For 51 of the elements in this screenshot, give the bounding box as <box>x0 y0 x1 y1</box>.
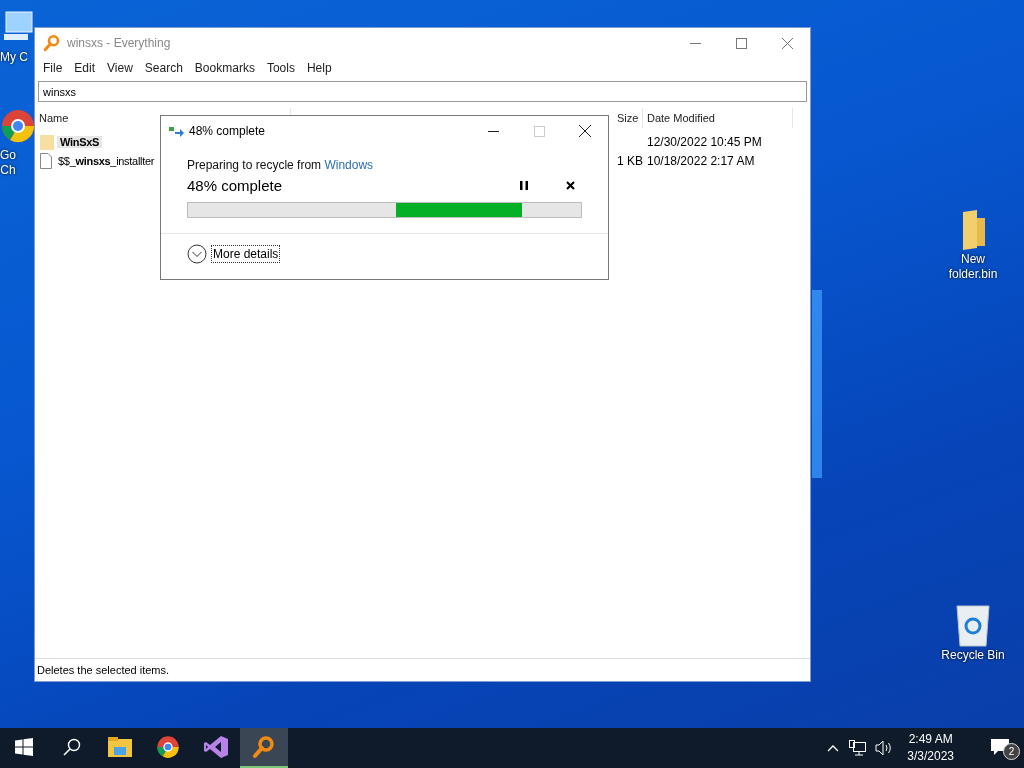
recycle-bin-icon <box>953 602 993 648</box>
date-modified: 12/30/2022 10:45 PM <box>646 134 763 149</box>
close-icon <box>579 125 591 137</box>
desktop-icon-label[interactable]: My C <box>0 50 28 65</box>
menu-item[interactable]: Search <box>138 61 189 75</box>
notification-button[interactable]: 2 <box>976 728 1024 768</box>
source-link[interactable]: Windows <box>324 158 374 172</box>
folder-icon <box>40 132 54 151</box>
chevron-up-icon[interactable] <box>827 744 840 752</box>
menu-item[interactable]: File <box>37 61 69 75</box>
column-header[interactable]: Size <box>613 108 643 128</box>
file-name[interactable]: $$_winsxs_installter <box>55 154 158 167</box>
maximize-icon <box>735 37 747 49</box>
clock-time[interactable]: 2:49 AM <box>908 731 953 748</box>
status-message: Preparing to recycle from Windows <box>187 158 375 172</box>
progress-text: 48% complete <box>187 176 284 194</box>
magnifier-icon <box>43 34 61 52</box>
more-details-button[interactable]: More details <box>211 245 281 263</box>
menu-item[interactable]: Help <box>300 61 338 75</box>
search-icon <box>63 738 81 756</box>
file-name[interactable]: WinSxS <box>57 135 103 148</box>
folder-icon <box>108 737 132 757</box>
taskbar-app[interactable] <box>240 728 288 768</box>
search-field[interactable]: winsxs <box>38 81 807 102</box>
desktop-icon-label[interactable]: New folder.bin <box>948 252 998 282</box>
status-text: Deletes the selected items. <box>37 664 170 676</box>
network-icon[interactable] <box>849 740 868 756</box>
close-icon <box>565 180 575 190</box>
menu-item[interactable]: Tools <box>260 61 301 75</box>
maximize-icon <box>533 125 545 137</box>
menu-item[interactable]: Edit <box>68 61 102 75</box>
magnifier-icon <box>252 735 276 759</box>
expand-chevron-icon[interactable] <box>187 244 207 264</box>
notification-count: 2 <box>1003 743 1020 760</box>
desktop-icon-label[interactable]: Go Ch <box>0 148 16 178</box>
menu-item[interactable]: Bookmarks <box>188 61 261 75</box>
dialog-title: 48% complete <box>189 124 267 138</box>
windows-logo-icon <box>15 738 33 756</box>
document-icon <box>40 152 52 169</box>
infinity-ribbon-icon <box>203 735 229 759</box>
menu-item[interactable]: View <box>101 61 139 75</box>
desktop-icon-label[interactable]: Recycle Bin <box>941 648 1005 663</box>
file-move-icon <box>169 125 185 137</box>
pause-icon <box>520 180 528 190</box>
clock-date[interactable]: 3/3/2023 <box>907 748 954 765</box>
date-modified: 10/18/2022 2:17 AM <box>646 153 756 168</box>
window-title: winsxs - Everything <box>67 36 172 50</box>
chrome-icon <box>156 735 180 759</box>
column-header[interactable]: Date Modified <box>643 108 793 128</box>
close-icon <box>781 37 793 49</box>
file-size: 1 KB <box>616 153 643 168</box>
